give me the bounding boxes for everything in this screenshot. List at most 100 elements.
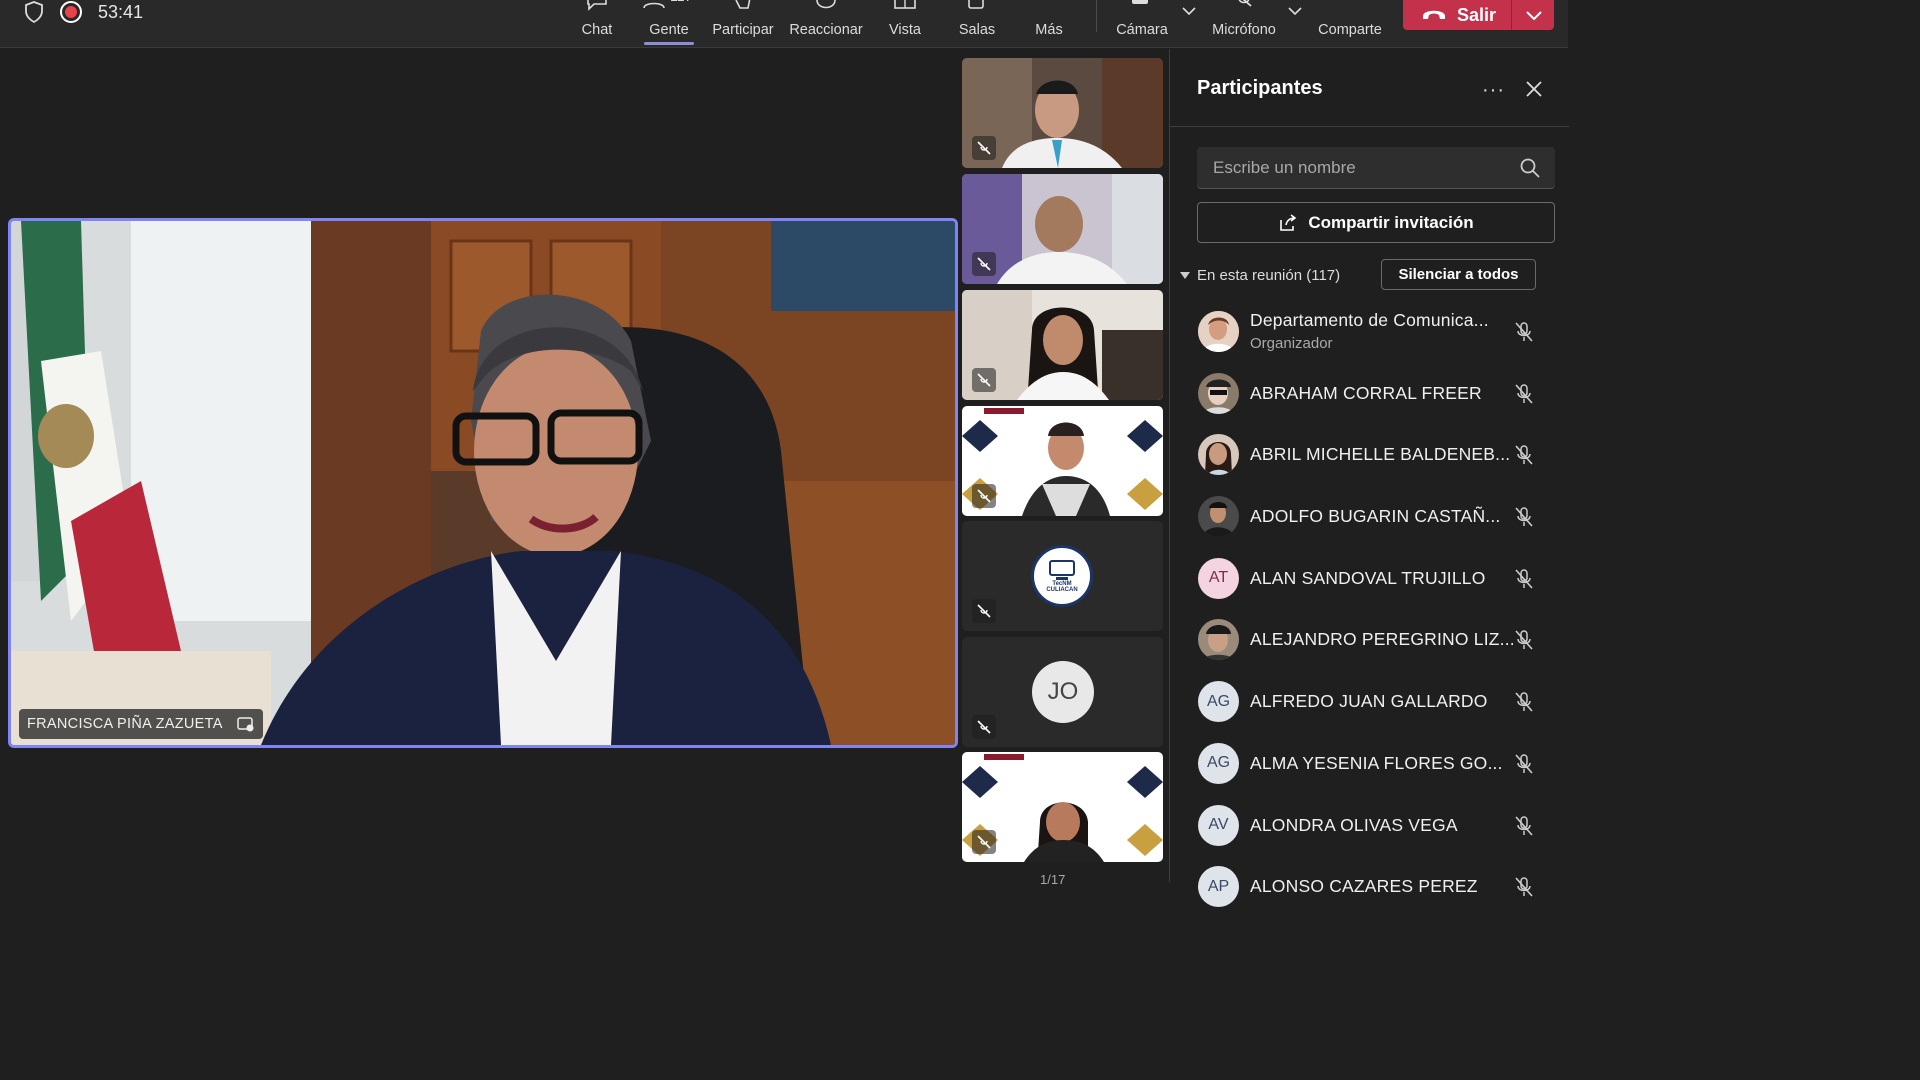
participant-video-tile[interactable] bbox=[962, 290, 1163, 400]
share-button[interactable]: Comparte bbox=[1314, 0, 1386, 46]
panel-divider bbox=[1170, 126, 1569, 127]
muted-indicator bbox=[972, 368, 996, 392]
participant-name: ALONSO CAZARES PEREZ bbox=[1250, 876, 1478, 897]
avatar: AG bbox=[1198, 681, 1239, 723]
participant-avatar: JO bbox=[1032, 661, 1094, 723]
muted-indicator bbox=[972, 136, 996, 160]
avatar-photo bbox=[1198, 311, 1239, 352]
rooms-icon bbox=[968, 0, 984, 9]
more-button[interactable]: ··· Más bbox=[1032, 0, 1066, 46]
active-tab-indicator bbox=[644, 42, 694, 45]
participant-video-tile[interactable] bbox=[962, 174, 1163, 284]
participant-row[interactable]: AG ALMA YESENIA FLORES GO... bbox=[1170, 733, 1569, 795]
share-invite-button[interactable]: Compartir invitación bbox=[1197, 202, 1555, 243]
recording-icon bbox=[60, 1, 82, 23]
participant-row[interactable]: AT ALAN SANDOVAL TRUJILLO bbox=[1170, 548, 1569, 610]
participant-video-tile[interactable]: JO bbox=[962, 637, 1163, 747]
participant-row[interactable]: Departamento de Comunica... Organizador bbox=[1170, 301, 1569, 363]
share-icon bbox=[1280, 213, 1297, 231]
gallery-page-indicator[interactable]: 1/17 bbox=[1040, 872, 1065, 887]
participant-row[interactable]: AP ALONSO CAZARES PEREZ bbox=[1170, 856, 1569, 918]
microphone-muted-icon[interactable] bbox=[1512, 320, 1536, 344]
microphone-muted-icon bbox=[977, 373, 991, 387]
microphone-muted-icon[interactable] bbox=[1512, 752, 1536, 776]
participants-panel: Participantes ··· Escribe un nombre Comp… bbox=[1169, 49, 1569, 908]
microphone-muted-icon[interactable] bbox=[1512, 443, 1536, 467]
avatar bbox=[1198, 434, 1239, 476]
camera-icon bbox=[1132, 0, 1148, 4]
rooms-button[interactable]: Salas bbox=[958, 0, 996, 46]
participant-video-tile[interactable] bbox=[962, 58, 1163, 168]
camera-label: Cámara bbox=[1116, 22, 1168, 38]
shield-icon[interactable] bbox=[24, 1, 44, 23]
participant-row[interactable]: ALEJANDRO PEREGRINO LIZ... bbox=[1170, 609, 1569, 671]
search-input[interactable]: Escribe un nombre bbox=[1197, 147, 1555, 189]
participant-video-tile[interactable] bbox=[962, 752, 1163, 862]
microphone-muted-icon bbox=[977, 835, 991, 849]
muted-indicator bbox=[972, 252, 996, 276]
participant-row[interactable]: ADOLFO BUGARIN CASTAÑ... bbox=[1170, 486, 1569, 548]
leave-button[interactable]: Salir bbox=[1403, 0, 1554, 30]
toolbar-divider bbox=[1096, 0, 1097, 32]
microphone-muted-icon[interactable] bbox=[1512, 505, 1536, 529]
people-button[interactable]: 117 Gente bbox=[642, 0, 696, 46]
tecnm-logo-text: TecNM CULIACAN bbox=[1046, 581, 1078, 593]
spotlight-icon[interactable] bbox=[236, 716, 255, 732]
close-icon[interactable] bbox=[1524, 79, 1544, 99]
microphone-options-chevron-down-icon[interactable] bbox=[1288, 6, 1302, 16]
microphone-muted-icon[interactable] bbox=[1512, 690, 1536, 714]
mute-all-button[interactable]: Silenciar a todos bbox=[1381, 259, 1536, 290]
react-label: Reaccionar bbox=[789, 22, 863, 38]
speaker-name-tag: FRANCISCA PIÑA ZAZUETA bbox=[19, 709, 263, 739]
participant-video-tile[interactable]: TecNM CULIACAN bbox=[962, 521, 1163, 631]
panel-title: Participantes bbox=[1197, 77, 1323, 99]
avatar-photo bbox=[1198, 496, 1239, 538]
meeting-timer: 53:41 bbox=[98, 1, 144, 22]
main-speaker-video[interactable]: FRANCISCA PIÑA ZAZUETA bbox=[8, 218, 958, 748]
more-label: Más bbox=[1035, 22, 1063, 38]
microphone-muted-icon bbox=[1238, 0, 1252, 7]
participant-row[interactable]: ABRAHAM CORRAL FREER bbox=[1170, 363, 1569, 425]
camera-options-chevron-down-icon[interactable] bbox=[1182, 6, 1196, 16]
avatar-photo bbox=[1198, 372, 1239, 414]
chat-button[interactable]: Chat bbox=[578, 0, 616, 46]
more-options-icon[interactable]: ··· bbox=[1482, 79, 1504, 101]
microphone-muted-icon[interactable] bbox=[1512, 814, 1536, 838]
microphone-muted-icon[interactable] bbox=[1512, 382, 1536, 406]
participant-name: ABRIL MICHELLE BALDENEB... bbox=[1250, 444, 1511, 465]
avatar-photo bbox=[1198, 619, 1239, 661]
participant-row[interactable]: AV ALONDRA OLIVAS VEGA bbox=[1170, 795, 1569, 857]
participant-role: Organizador bbox=[1250, 335, 1333, 352]
chat-label: Chat bbox=[581, 22, 613, 38]
avatar-photo bbox=[1198, 434, 1239, 476]
microphone-muted-icon[interactable] bbox=[1512, 567, 1536, 591]
avatar bbox=[1198, 496, 1239, 538]
grid-icon bbox=[894, 0, 916, 9]
muted-indicator bbox=[972, 484, 996, 508]
computer-icon bbox=[1049, 560, 1075, 580]
react-button[interactable]: Reaccionar bbox=[788, 0, 864, 46]
hand-icon bbox=[735, 0, 751, 9]
collapse-triangle-icon bbox=[1180, 271, 1190, 279]
leave-options-chevron-down-icon[interactable] bbox=[1525, 9, 1543, 21]
avatar bbox=[1198, 619, 1239, 661]
participant-name: ABRAHAM CORRAL FREER bbox=[1250, 382, 1482, 403]
view-button[interactable]: Vista bbox=[886, 0, 924, 46]
participant-row[interactable]: ABRIL MICHELLE BALDENEB... bbox=[1170, 424, 1569, 486]
avatar: AG bbox=[1198, 742, 1239, 784]
participant-video-tile[interactable] bbox=[962, 406, 1163, 516]
camera-button[interactable]: Cámara bbox=[1114, 0, 1170, 46]
microphone-button[interactable]: Micrófono bbox=[1208, 0, 1280, 46]
meeting-status: 53:41 bbox=[24, 0, 143, 24]
microphone-muted-icon[interactable] bbox=[1512, 875, 1536, 899]
chat-icon bbox=[587, 0, 607, 11]
microphone-muted-icon[interactable] bbox=[1512, 628, 1536, 652]
raise-hand-button[interactable]: Participar bbox=[710, 0, 776, 46]
avatar bbox=[1198, 372, 1239, 414]
hang-up-icon bbox=[1423, 10, 1445, 19]
people-label: Gente bbox=[649, 22, 689, 38]
participant-name: ALFREDO JUAN GALLARDO bbox=[1250, 691, 1488, 712]
muted-indicator bbox=[972, 715, 996, 739]
participant-row[interactable]: AG ALFREDO JUAN GALLARDO bbox=[1170, 671, 1569, 733]
participant-name: ALEJANDRO PEREGRINO LIZ... bbox=[1250, 629, 1515, 650]
